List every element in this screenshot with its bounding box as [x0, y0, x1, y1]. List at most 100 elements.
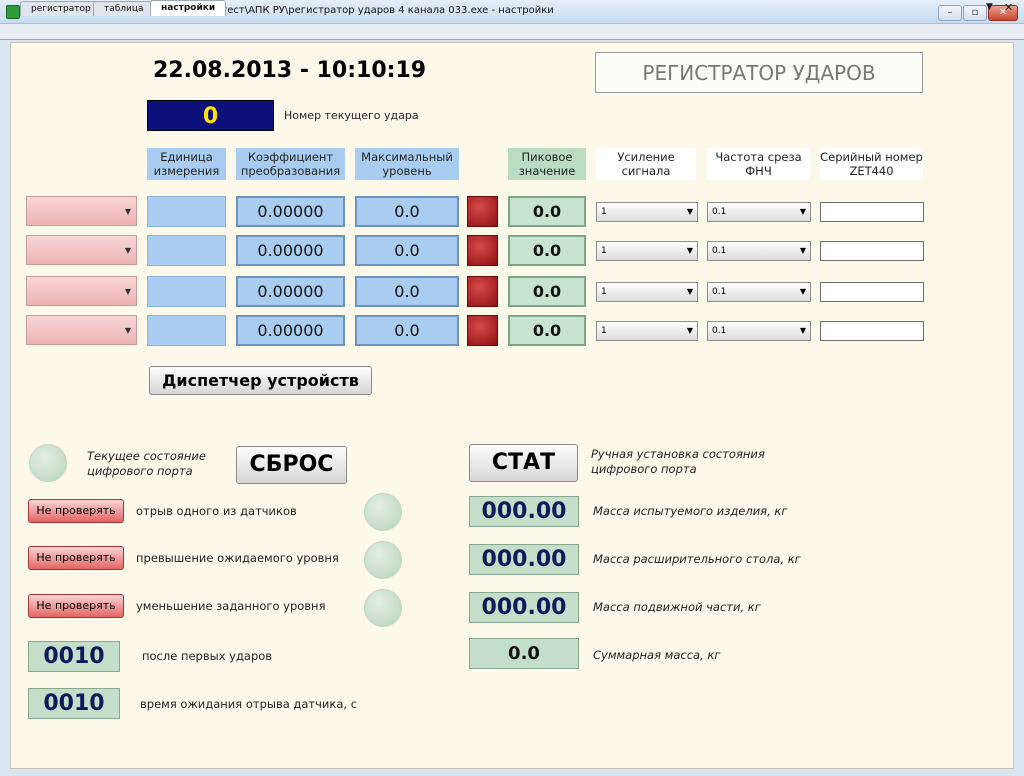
maximize-button[interactable]: ▫ — [963, 5, 987, 21]
check-label: отрыв одного из датчиков — [136, 504, 297, 518]
check-toggle-button[interactable]: Не проверять — [28, 594, 124, 618]
tab-settings[interactable]: настройки — [150, 0, 227, 16]
gain-value: 1 — [601, 246, 607, 256]
check-indicator — [364, 589, 402, 627]
tab-list-chevron-icon[interactable]: ▼ — [986, 2, 993, 12]
check-indicator — [364, 541, 402, 579]
peak-value: 0.0 — [508, 276, 586, 307]
tab-registrator[interactable]: регистратор — [20, 1, 102, 16]
gain-value: 1 — [601, 287, 607, 297]
peak-value: 0.0 — [508, 315, 586, 346]
stat-button[interactable]: СТАТ — [469, 444, 578, 482]
freq-select[interactable]: 0.1 ▼ — [707, 202, 811, 222]
hits-count-label: после первых ударов — [142, 649, 273, 663]
overload-indicator — [467, 196, 498, 227]
freq-value: 0.1 — [712, 207, 727, 217]
header-unit: Единица измерения — [147, 148, 226, 180]
dropdown-arrow-icon: ▼ — [124, 287, 131, 296]
max-level-field[interactable]: 0.0 — [355, 196, 459, 227]
freq-select[interactable]: 0.1 ▼ — [707, 282, 811, 302]
freq-select[interactable]: 0.1 ▼ — [707, 241, 811, 261]
dropdown-arrow-icon: ▼ — [686, 287, 693, 296]
mass-moving-label: Масса подвижной части, кг — [593, 600, 761, 614]
overload-indicator — [467, 235, 498, 266]
current-hit-counter: 0 — [147, 100, 274, 131]
gain-select[interactable]: 1 ▼ — [596, 241, 698, 261]
peak-value: 0.0 — [508, 196, 586, 227]
dropdown-arrow-icon: ▼ — [799, 207, 806, 216]
dropdown-arrow-icon: ▼ — [799, 287, 806, 296]
serial-input[interactable] — [820, 282, 924, 302]
dropdown-arrow-icon: ▼ — [686, 326, 693, 335]
coef-field[interactable]: 0.00000 — [236, 235, 345, 266]
reset-button[interactable]: СБРОС — [236, 446, 347, 484]
check-toggle-button[interactable]: Не проверять — [28, 499, 124, 523]
channel-select[interactable]: ▼ — [26, 235, 137, 265]
minimize-button[interactable]: – — [938, 5, 962, 21]
check-label: превышение ожидаемого уровня — [136, 551, 339, 565]
mass-moving-field[interactable]: 000.00 — [469, 592, 579, 623]
wait-time-field[interactable]: 0010 — [28, 688, 120, 719]
peak-value: 0.0 — [508, 235, 586, 266]
device-manager-button[interactable]: Диспетчер устройств — [149, 366, 372, 395]
channel-select[interactable]: ▼ — [26, 315, 137, 345]
freq-value: 0.1 — [712, 246, 727, 256]
unit-field[interactable] — [147, 235, 226, 266]
coef-field[interactable]: 0.00000 — [236, 196, 345, 227]
max-level-field[interactable]: 0.0 — [355, 315, 459, 346]
header-max: Максимальный уровень — [355, 148, 459, 180]
mass-total-label: Суммарная масса, кг — [593, 648, 721, 662]
hits-count-field[interactable]: 0010 — [28, 641, 120, 672]
dropdown-arrow-icon: ▼ — [124, 326, 131, 335]
freq-value: 0.1 — [712, 287, 727, 297]
channel-select[interactable]: ▼ — [26, 276, 137, 306]
gain-value: 1 — [601, 207, 607, 217]
dropdown-arrow-icon: ▼ — [799, 246, 806, 255]
datetime-display: 22.08.2013 - 10:10:19 — [153, 58, 427, 83]
port-state-indicator — [29, 444, 67, 482]
tab-table[interactable]: таблица — [93, 1, 155, 16]
unit-field[interactable] — [147, 276, 226, 307]
coef-field[interactable]: 0.00000 — [236, 315, 345, 346]
freq-value: 0.1 — [712, 326, 727, 336]
mass-table-field[interactable]: 000.00 — [469, 544, 579, 575]
gain-select[interactable]: 1 ▼ — [596, 202, 698, 222]
gain-select[interactable]: 1 ▼ — [596, 282, 698, 302]
mass-item-field[interactable]: 000.00 — [469, 496, 579, 527]
header-gain: Усиление сигнала — [596, 148, 696, 180]
tab-bar — [0, 24, 1024, 40]
dropdown-arrow-icon: ▼ — [686, 246, 693, 255]
port-state-label: Текущее состояние цифрового порта — [87, 449, 206, 478]
header-peak: Пиковое значение — [508, 148, 586, 180]
max-level-field[interactable]: 0.0 — [355, 276, 459, 307]
check-label: уменьшение заданного уровня — [136, 599, 326, 613]
channel-select[interactable]: ▼ — [26, 196, 137, 226]
check-toggle-button[interactable]: Не проверять — [28, 546, 124, 570]
overload-indicator — [467, 276, 498, 307]
overload-indicator — [467, 315, 498, 346]
tab-close-icon[interactable]: ✕ — [1004, 1, 1013, 14]
gain-select[interactable]: 1 ▼ — [596, 321, 698, 341]
check-indicator — [364, 493, 402, 531]
mass-total-value: 0.0 — [469, 638, 579, 669]
mass-item-label: Масса испытуемого изделия, кг — [593, 504, 788, 518]
freq-select[interactable]: 0.1 ▼ — [707, 321, 811, 341]
header-serial: Серийный номер ZET440 — [820, 148, 923, 180]
unit-field[interactable] — [147, 196, 226, 227]
manual-port-label: Ручная установка состояния цифрового пор… — [591, 447, 765, 476]
unit-field[interactable] — [147, 315, 226, 346]
coef-field[interactable]: 0.00000 — [236, 276, 345, 307]
header-freq: Частота среза ФНЧ — [707, 148, 810, 180]
serial-input[interactable] — [820, 241, 924, 261]
max-level-field[interactable]: 0.0 — [355, 235, 459, 266]
gain-value: 1 — [601, 326, 607, 336]
dropdown-arrow-icon: ▼ — [124, 207, 131, 216]
app-icon — [6, 5, 20, 19]
mass-table-label: Масса расширительного стола, кг — [593, 552, 801, 566]
registrator-title: РЕГИСТРАТОР УДАРОВ — [595, 52, 923, 93]
serial-input[interactable] — [820, 321, 924, 341]
serial-input[interactable] — [820, 202, 924, 222]
wait-time-label: время ожидания отрыва датчика, с — [140, 697, 358, 711]
dropdown-arrow-icon: ▼ — [799, 326, 806, 335]
header-coef: Коэффициент преобразования — [236, 148, 345, 180]
